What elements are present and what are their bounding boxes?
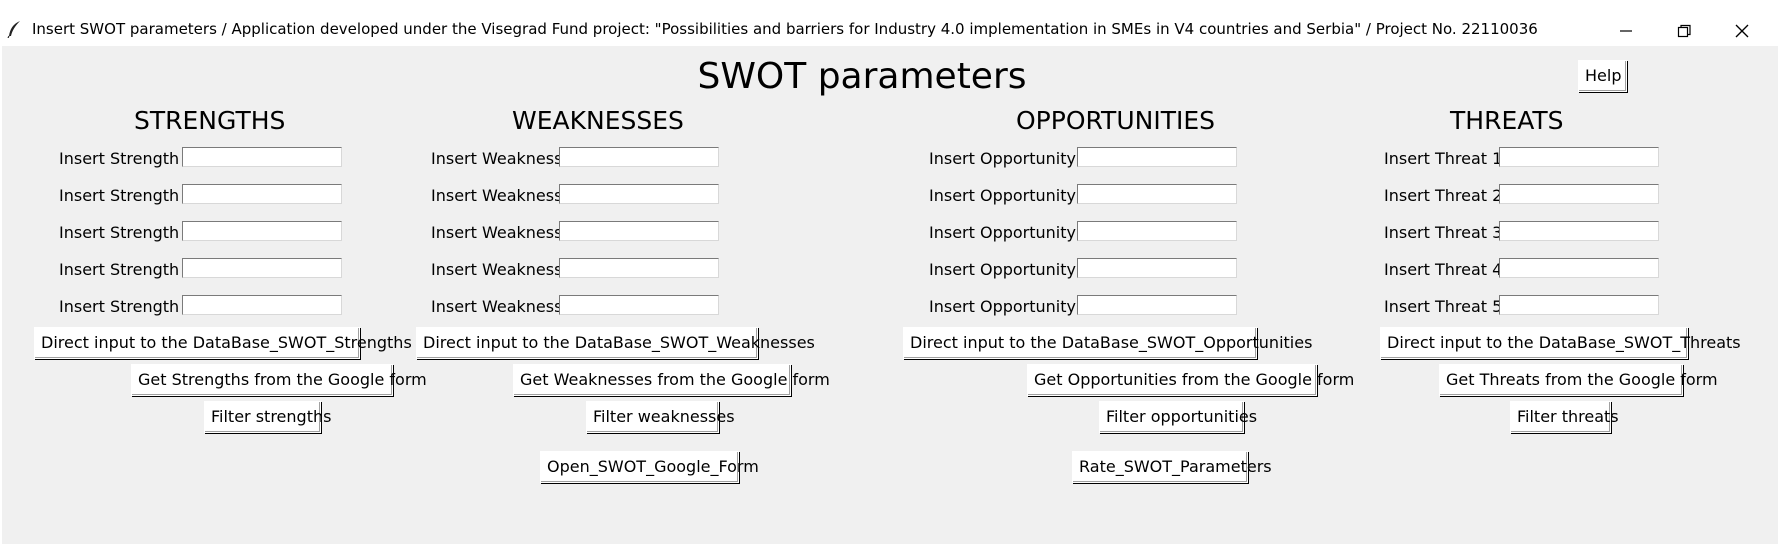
- swot-form: SWOT parameters Help STRENGTHS WEAKNESSE…: [2, 46, 1778, 544]
- strength-1-input[interactable]: [182, 147, 342, 167]
- threats-heading: THREATS: [1450, 106, 1564, 135]
- threat-1-label: Insert Threat 1:: [1384, 149, 1508, 168]
- opportunity-2-input[interactable]: [1077, 184, 1237, 204]
- filter-opportunities-button[interactable]: Filter opportunities: [1099, 401, 1257, 433]
- strength-2-input[interactable]: [182, 184, 342, 204]
- window-title: Insert SWOT parameters / Application dev…: [32, 20, 1538, 38]
- opportunity-2-label: Insert Opportunity 2:: [929, 186, 1097, 205]
- threat-1-input[interactable]: [1499, 147, 1659, 167]
- get-weaknesses-google-button[interactable]: Get Weaknesses from the Google form: [513, 364, 830, 396]
- direct-input-opportunities-button[interactable]: Direct input to the DataBase_SWOT_Opport…: [903, 327, 1312, 359]
- minimize-button[interactable]: [1598, 14, 1654, 46]
- weakness-4-input[interactable]: [559, 258, 719, 278]
- strength-1-label: Insert Strength 1:: [59, 149, 200, 168]
- close-button[interactable]: [1714, 14, 1770, 46]
- threat-4-input[interactable]: [1499, 258, 1659, 278]
- direct-input-threats-button[interactable]: Direct input to the DataBase_SWOT_Threat…: [1380, 327, 1741, 359]
- minimize-icon: [1620, 30, 1632, 32]
- strength-3-label: Insert Strength 3:: [59, 223, 200, 242]
- strength-5-input[interactable]: [182, 295, 342, 315]
- threat-3-label: Insert Threat 3:: [1384, 223, 1508, 242]
- direct-input-weaknesses-button[interactable]: Direct input to the DataBase_SWOT_Weakne…: [416, 327, 815, 359]
- opportunity-5-label: Insert Opportunity 5:: [929, 297, 1097, 316]
- strength-3-input[interactable]: [182, 221, 342, 241]
- weaknesses-heading: WEAKNESSES: [512, 106, 684, 135]
- threat-5-label: Insert Threat 5:: [1384, 297, 1508, 316]
- open-swot-google-form-button[interactable]: Open_SWOT_Google_Form: [540, 451, 759, 483]
- threat-3-input[interactable]: [1499, 221, 1659, 241]
- threat-5-input[interactable]: [1499, 295, 1659, 315]
- opportunity-5-input[interactable]: [1077, 295, 1237, 315]
- get-opportunities-google-button[interactable]: Get Opportunities from the Google form: [1027, 364, 1354, 396]
- strength-2-label: Insert Strength 2:: [59, 186, 200, 205]
- help-button[interactable]: Help: [1578, 60, 1627, 92]
- weakness-1-input[interactable]: [559, 147, 719, 167]
- opportunity-4-label: Insert Opportunity 4:: [929, 260, 1097, 279]
- strength-5-label: Insert Strength 5:: [59, 297, 200, 316]
- strength-4-input[interactable]: [182, 258, 342, 278]
- close-icon: [1735, 24, 1749, 38]
- direct-input-strengths-button[interactable]: Direct input to the DataBase_SWOT_Streng…: [34, 327, 412, 359]
- filter-threats-button[interactable]: Filter threats: [1510, 401, 1619, 433]
- weakness-5-input[interactable]: [559, 295, 719, 315]
- opportunity-1-input[interactable]: [1077, 147, 1237, 167]
- opportunity-3-input[interactable]: [1077, 221, 1237, 241]
- get-threats-google-button[interactable]: Get Threats from the Google form: [1439, 364, 1718, 396]
- restore-button[interactable]: [1656, 14, 1712, 46]
- filter-weaknesses-button[interactable]: Filter weaknesses: [586, 401, 735, 433]
- rate-swot-parameters-button[interactable]: Rate_SWOT_Parameters: [1072, 451, 1272, 483]
- opportunity-3-label: Insert Opportunity 3:: [929, 223, 1097, 242]
- filter-strengths-button[interactable]: Filter strengths: [204, 401, 331, 433]
- feather-icon: [7, 20, 23, 39]
- threat-2-label: Insert Threat 2:: [1384, 186, 1508, 205]
- get-strengths-google-button[interactable]: Get Strengths from the Google form: [131, 364, 427, 396]
- opportunities-heading: OPPORTUNITIES: [1016, 106, 1216, 135]
- restore-icon: [1677, 24, 1691, 38]
- opportunity-1-label: Insert Opportunity 1:: [929, 149, 1097, 168]
- opportunity-4-input[interactable]: [1077, 258, 1237, 278]
- page-title: SWOT parameters: [697, 56, 1027, 97]
- threat-2-input[interactable]: [1499, 184, 1659, 204]
- threat-4-label: Insert Threat 4:: [1384, 260, 1508, 279]
- title-bar: Insert SWOT parameters / Application dev…: [0, 0, 1780, 46]
- strength-4-label: Insert Strength 4:: [59, 260, 200, 279]
- weakness-3-input[interactable]: [559, 221, 719, 241]
- strengths-heading: STRENGTHS: [134, 106, 286, 135]
- weakness-2-input[interactable]: [559, 184, 719, 204]
